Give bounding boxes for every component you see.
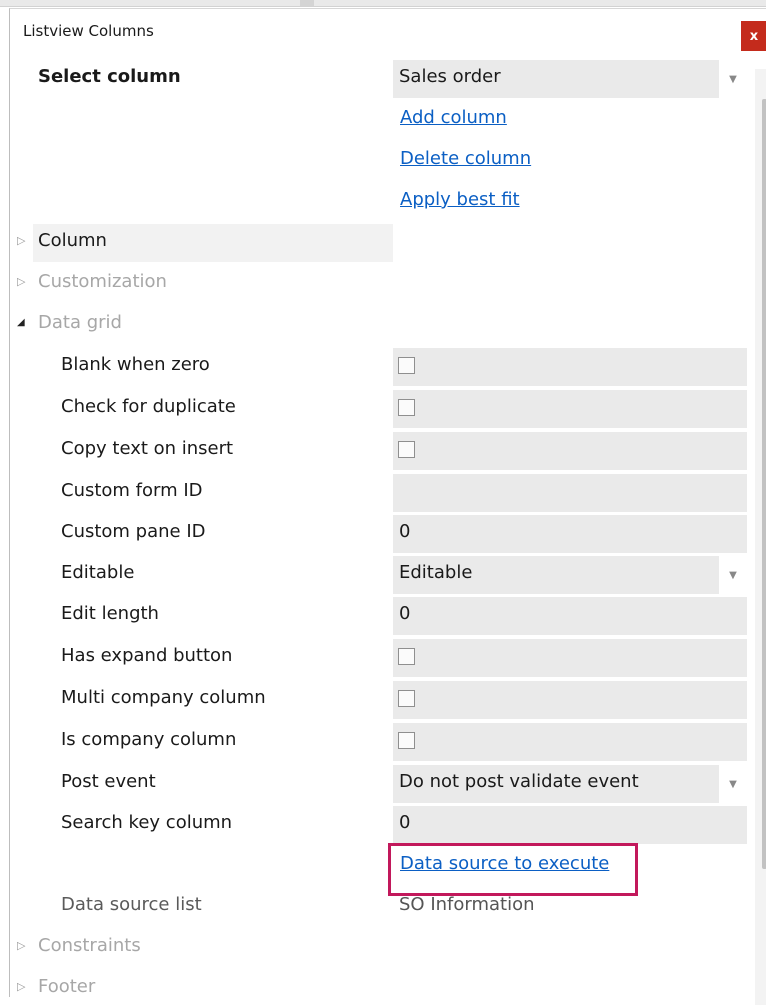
top-strip-mark	[300, 0, 314, 6]
search-key-column-value[interactable]: 0	[399, 804, 410, 842]
close-button[interactable]: x	[741, 21, 766, 51]
blank-when-zero-label: Blank when zero	[61, 354, 210, 375]
check-for-duplicate-checkbox[interactable]	[398, 399, 415, 416]
edit-length-field[interactable]	[393, 597, 747, 635]
apply-best-fit-link[interactable]: Apply best fit	[400, 181, 520, 219]
window-top-strip	[0, 0, 766, 7]
check-for-duplicate-label: Check for duplicate	[61, 396, 236, 417]
custom-form-id-row: Custom form ID	[10, 472, 755, 512]
check-for-duplicate-row: Check for duplicate	[10, 388, 755, 428]
post-event-row: Post event Do not post validate event ▼	[10, 763, 755, 803]
triangle-right-icon[interactable]: ▷	[17, 222, 25, 260]
has-expand-button-row: Has expand button	[10, 637, 755, 677]
search-key-column-field[interactable]	[393, 806, 747, 844]
vertical-scrollbar[interactable]	[755, 69, 766, 1005]
is-company-column-label: Is company column	[61, 729, 237, 750]
custom-pane-id-row: Custom pane ID 0	[10, 513, 755, 553]
editable-value[interactable]: Editable	[399, 554, 472, 592]
section-customization-title[interactable]: Customization	[38, 263, 167, 301]
select-column-label: Select column	[38, 66, 181, 87]
triangle-right-icon[interactable]: ▷	[17, 263, 25, 301]
section-footer[interactable]: ▷ Footer	[10, 968, 755, 1006]
blank-when-zero-checkbox[interactable]	[398, 357, 415, 374]
multi-company-column-row: Multi company column	[10, 679, 755, 719]
triangle-right-icon[interactable]: ▷	[17, 968, 25, 1006]
section-data-grid[interactable]: ◢ Data grid	[10, 304, 755, 342]
editable-label: Editable	[61, 562, 135, 583]
is-company-column-row: Is company column	[10, 721, 755, 761]
multi-company-column-label: Multi company column	[61, 687, 266, 708]
edit-length-row: Edit length 0	[10, 595, 755, 635]
section-constraints[interactable]: ▷ Constraints	[10, 927, 755, 965]
multi-company-column-cell	[393, 681, 747, 719]
section-data-grid-title[interactable]: Data grid	[38, 304, 122, 342]
editable-row: Editable Editable ▼	[10, 554, 755, 594]
scrollbar-thumb[interactable]	[762, 99, 766, 869]
section-column[interactable]: ▷ Column	[10, 222, 755, 262]
search-key-column-row: Search key column 0	[10, 804, 755, 844]
section-column-title[interactable]: Column	[38, 222, 107, 260]
section-customization[interactable]: ▷ Customization	[10, 263, 755, 301]
edit-length-value[interactable]: 0	[399, 595, 410, 633]
search-key-column-label: Search key column	[61, 812, 233, 833]
has-expand-button-checkbox[interactable]	[398, 648, 415, 665]
add-column-link[interactable]: Add column	[400, 99, 507, 137]
chevron-down-icon[interactable]: ▼	[719, 60, 747, 98]
add-column-row: Add column	[10, 99, 755, 137]
is-company-column-cell	[393, 723, 747, 761]
custom-pane-id-value[interactable]: 0	[399, 513, 410, 551]
check-for-duplicate-cell	[393, 390, 747, 428]
post-event-label: Post event	[61, 771, 156, 792]
dialog-title: Listview Columns	[23, 22, 154, 40]
chevron-down-icon[interactable]: ▼	[719, 556, 747, 594]
custom-pane-id-field[interactable]	[393, 515, 747, 553]
data-source-list-row: Data source list SO Information	[10, 886, 755, 924]
has-expand-button-cell	[393, 639, 747, 677]
section-constraints-title[interactable]: Constraints	[38, 927, 141, 965]
data-source-list-value: SO Information	[399, 894, 535, 915]
post-event-value[interactable]: Do not post validate event	[399, 763, 639, 801]
copy-text-on-insert-row: Copy text on insert	[10, 430, 755, 470]
data-source-list-label: Data source list	[61, 894, 202, 915]
custom-form-id-label: Custom form ID	[61, 480, 203, 501]
section-footer-title[interactable]: Footer	[38, 968, 95, 1006]
select-column-row: Select column Sales order ▼	[10, 58, 755, 98]
copy-text-on-insert-cell	[393, 432, 747, 470]
apply-best-fit-row: Apply best fit	[10, 181, 755, 219]
custom-form-id-field[interactable]	[393, 474, 747, 512]
blank-when-zero-row: Blank when zero	[10, 346, 755, 386]
select-column-value[interactable]: Sales order	[399, 58, 501, 96]
copy-text-on-insert-label: Copy text on insert	[61, 438, 234, 459]
edit-length-label: Edit length	[61, 603, 159, 624]
copy-text-on-insert-checkbox[interactable]	[398, 441, 415, 458]
triangle-down-icon[interactable]: ◢	[17, 304, 25, 342]
has-expand-button-label: Has expand button	[61, 645, 233, 666]
custom-pane-id-label: Custom pane ID	[61, 521, 206, 542]
delete-column-link[interactable]: Delete column	[400, 140, 531, 178]
chevron-down-icon[interactable]: ▼	[719, 765, 747, 803]
triangle-right-icon[interactable]: ▷	[17, 927, 25, 965]
multi-company-column-checkbox[interactable]	[398, 690, 415, 707]
delete-column-row: Delete column	[10, 140, 755, 178]
data-source-link-row: Data source to execute	[10, 845, 755, 883]
is-company-column-checkbox[interactable]	[398, 732, 415, 749]
blank-when-zero-cell	[393, 348, 747, 386]
listview-columns-dialog: Listview Columns x Select column Sales o…	[9, 8, 766, 1005]
